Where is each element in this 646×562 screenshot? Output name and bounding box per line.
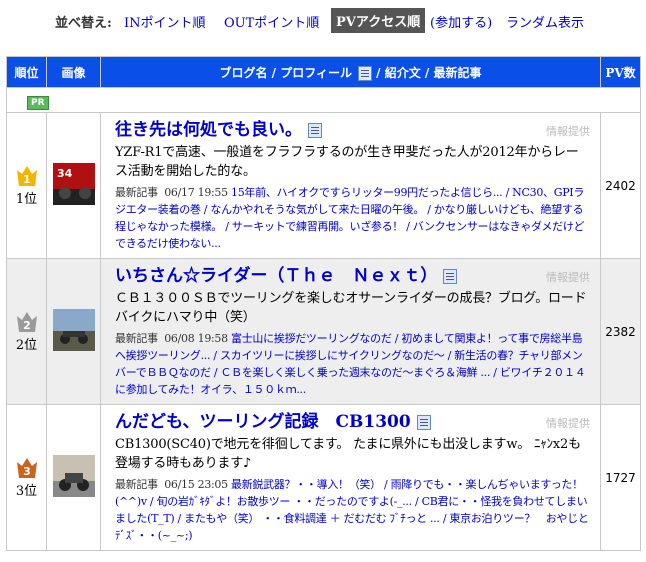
profile-icon[interactable] [443, 269, 458, 284]
sort-in-points-link[interactable]: INポイント順 [124, 12, 206, 31]
header-blog: ブログ名 / プロフィール / 紹介文 / 最新記事 [100, 56, 601, 88]
blog-thumbnail[interactable] [52, 308, 95, 351]
latest-articles: 最新記事 06/17 19:55 15年前、ハイオクですらリッター99円だったよ… [115, 184, 590, 252]
rank-cell: 3 3位 [6, 404, 47, 551]
header-blog-label-2: / 紹介文 / 最新記事 [372, 65, 482, 80]
latest-articles: 最新記事 06/15 23:05 最新鋭武器？・・導入！（笑） / 雨降りでも・… [115, 476, 590, 544]
ranking-table: 順位 画像 ブログ名 / プロフィール / 紹介文 / 最新記事 PV数 PR … [6, 56, 641, 551]
blog-description: YZF-R1で高速、一般道をフラフラするのが生き甲斐だった人が2012年からレー… [115, 145, 579, 179]
thumb-cell [46, 404, 101, 551]
sort-random-link[interactable]: ランダム表示 [506, 12, 584, 31]
rank-label: 3位 [15, 484, 38, 499]
table-header: 順位 画像 ブログ名 / プロフィール / 紹介文 / 最新記事 PV数 [6, 56, 641, 88]
blog-entry: 情報提供 いちさん☆ライダー（Ｔｈｅ Ｎｅｘｔ） ＣＢ１３００ＳＢでツーリングを… [100, 258, 601, 405]
pr-row: PR [6, 87, 641, 113]
blog-description: CB1300(SC40)で地元を徘徊してます。 たまに県外にも出没しますw。 ﾆ… [115, 437, 581, 471]
pv-count: 2402 [600, 112, 641, 259]
pv-count: 1727 [600, 404, 641, 551]
profile-icon [358, 65, 372, 81]
info-provide-link[interactable]: 情報提供 [546, 123, 590, 139]
latest-label: 最新記事 [115, 478, 158, 491]
header-rank: 順位 [6, 56, 47, 88]
blog-entry: 情報提供 んだども、ツーリング記録 CB1300 CB1300(SC40)で地元… [100, 404, 601, 551]
profile-icon[interactable] [308, 123, 322, 138]
info-provide-link[interactable]: 情報提供 [546, 269, 590, 285]
blog-title-link[interactable]: 往き先は何処でも良い。 [115, 120, 302, 140]
table-row: 1 1位 34 情報提供 往き先は何処でも良い。 YZF-R1で高速、一般道をフ… [6, 112, 641, 259]
header-image: 画像 [46, 56, 101, 88]
rank-label: 2位 [15, 338, 38, 353]
table-row: 3 3位 情報提供 んだども、ツーリング記録 CB1300 CB1300(SC4… [6, 404, 641, 551]
latest-label: 最新記事 [115, 332, 158, 345]
blog-title-link[interactable]: んだども、ツーリング記録 CB1300 [115, 412, 411, 432]
sort-bar: 並べ替え: INポイント順 OUTポイント順 PVアクセス順 (参加する) ラン… [0, 8, 646, 34]
header-pv: PV数 [600, 56, 641, 88]
rank-cell: 1 1位 [6, 112, 47, 259]
rank-label: 1位 [15, 192, 38, 207]
sort-out-points-link[interactable]: OUTポイント順 [224, 12, 319, 31]
latest-date: 06/17 19:55 [164, 186, 228, 199]
sort-pv-active: PVアクセス順 [331, 8, 426, 33]
blog-thumbnail[interactable] [52, 454, 95, 497]
header-blog-label: ブログ名 / プロフィール [219, 65, 353, 80]
profile-icon[interactable] [416, 415, 431, 430]
pr-badge[interactable]: PR [27, 96, 49, 110]
join-link[interactable]: (参加する) [430, 12, 492, 31]
sort-label: 並べ替え: [55, 16, 112, 31]
blog-title-link[interactable]: いちさん☆ライダー（Ｔｈｅ Ｎｅｘｔ） [115, 266, 437, 286]
thumb-cell: 34 [46, 112, 101, 259]
svg-text:34: 34 [57, 167, 73, 180]
svg-text:3: 3 [23, 465, 31, 478]
blog-entry: 情報提供 往き先は何処でも良い。 YZF-R1で高速、一般道をフラフラするのが生… [100, 112, 601, 259]
rank-1-medal-icon: 1 [16, 166, 37, 186]
pv-count: 2382 [600, 258, 641, 405]
svg-text:1: 1 [23, 173, 31, 186]
rank-2-medal-icon: 2 [16, 312, 37, 332]
info-provide-link[interactable]: 情報提供 [546, 415, 590, 431]
table-row: 2 2位 情報提供 いちさん☆ライダー（Ｔｈｅ Ｎｅｘｔ） ＣＢ１３００ＳＢでツ… [6, 258, 641, 405]
rank-cell: 2 2位 [6, 258, 47, 405]
thumb-cell [46, 258, 101, 405]
latest-label: 最新記事 [115, 186, 158, 199]
latest-date: 06/15 23:05 [164, 478, 228, 491]
latest-articles: 最新記事 06/08 19:58 富士山に挨拶だツーリングなのだ / 初めまして… [115, 330, 590, 398]
blog-description: ＣＢ１３００ＳＢでツーリングを楽しむオサーンライダーの成長？ブログ。ロードバイク… [115, 291, 587, 325]
rank-3-medal-icon: 3 [16, 458, 37, 478]
blog-thumbnail[interactable]: 34 [52, 162, 95, 205]
svg-text:2: 2 [23, 319, 31, 332]
latest-date: 06/08 19:58 [164, 332, 228, 345]
